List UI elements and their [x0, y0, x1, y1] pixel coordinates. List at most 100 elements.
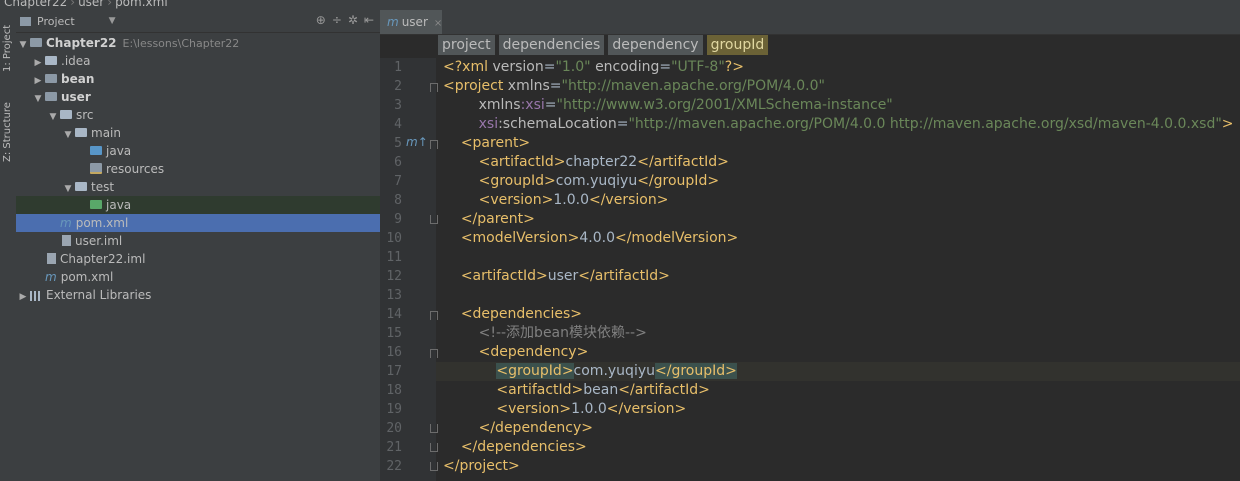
code-token: </version>	[606, 401, 687, 417]
collapse-all-icon[interactable]: ÷	[332, 13, 342, 27]
editor-area: m user × project dependencies dependency grou…	[380, 10, 1240, 481]
fold-end-icon[interactable]	[430, 215, 438, 224]
tree-item[interactable]: ▼ src	[16, 106, 380, 124]
code-line: xsi:schemaLocation="http://maven.apache.…	[443, 115, 1234, 134]
code-line: <dependency>	[443, 343, 589, 362]
xml-breadcrumb-project[interactable]: project	[438, 35, 495, 55]
fold-icon[interactable]	[430, 140, 438, 149]
tree-item-label: Chapter22	[46, 36, 117, 50]
code-token: <version>	[478, 192, 554, 208]
project-view-selector[interactable]: Project	[37, 15, 75, 28]
code-line: <artifactId>bean</artifactId>	[443, 381, 710, 400]
tree-item[interactable]: ▶ External Libraries	[16, 286, 380, 304]
code-token: <parent>	[460, 135, 531, 151]
breadcrumb-item[interactable]: Chapter22	[4, 0, 67, 9]
tree-item[interactable]: resources	[16, 160, 380, 178]
code-token: <modelVersion>	[460, 230, 580, 246]
code-token: <artifactId>	[478, 154, 566, 170]
fold-icon[interactable]	[430, 349, 438, 358]
code-token: <dependencies>	[460, 306, 583, 322]
code-token: user	[547, 268, 579, 284]
fold-end-icon[interactable]	[430, 462, 438, 471]
tree-item[interactable]: ▼ Chapter22 E:\lessons\Chapter22	[16, 34, 380, 52]
tree-item[interactable]: user.iml	[16, 232, 380, 250]
code-line: <version>1.0.0</version>	[443, 191, 669, 210]
close-icon[interactable]: ×	[434, 18, 442, 29]
code-token: </project>	[443, 458, 520, 474]
code-line: <artifactId>user</artifactId>	[443, 267, 670, 286]
fold-icon[interactable]	[430, 83, 438, 92]
library-icon	[30, 290, 42, 301]
code-line: <modelVersion>4.0.0</modelVersion>	[443, 229, 738, 248]
line-number: 1	[394, 60, 402, 75]
code-token: =	[659, 59, 672, 75]
code-token: =	[544, 97, 557, 113]
left-tool-window-strip: 1: Project Z: Structure	[0, 10, 17, 481]
scroll-from-source-icon[interactable]: ⊕	[316, 13, 326, 27]
tree-item[interactable]: ▶ .idea	[16, 52, 380, 70]
breadcrumb-separator: ›	[70, 0, 76, 9]
editor-tab-bar: m user ×	[380, 10, 1240, 35]
maven-file-icon: m	[60, 216, 72, 230]
gear-icon[interactable]: ✲	[348, 13, 358, 27]
folder-icon	[45, 56, 57, 65]
hide-panel-icon[interactable]: ⇤	[364, 13, 374, 27]
code-token: <?xml	[443, 59, 493, 75]
breadcrumb-item[interactable]: user	[78, 0, 104, 9]
fold-icon[interactable]	[430, 311, 438, 320]
code-token: </artifactId>	[578, 268, 670, 284]
code-line: <?xml version="1.0" encoding="UTF-8"?>	[443, 58, 744, 77]
xml-breadcrumb-groupId[interactable]: groupId	[706, 35, 769, 55]
tree-item[interactable]: ▼ main	[16, 124, 380, 142]
tree-item[interactable]: m pom.xml	[16, 214, 380, 232]
line-number: 16	[386, 345, 402, 360]
maven-parent-gutter-icon[interactable]: m↑	[406, 135, 428, 149]
code-token: "http://maven.apache.org/POM/4.0.0"	[561, 78, 825, 94]
tree-item[interactable]: ▼ test	[16, 178, 380, 196]
tree-item[interactable]: java	[16, 142, 380, 160]
code-line: <groupId>com.yuqiyu</groupId>	[443, 172, 719, 191]
line-number: 5	[394, 136, 402, 151]
code-token: <!--添加bean模块依赖-->	[478, 325, 647, 341]
fold-end-icon[interactable]	[430, 424, 438, 433]
code-token: </artifactId>	[618, 382, 710, 398]
tree-item-label: test	[91, 180, 115, 194]
breadcrumb-separator: ›	[107, 0, 113, 9]
code-token: chapter22	[565, 154, 638, 170]
code-token: <groupId>	[478, 173, 556, 189]
chevron-down-icon[interactable]: ▼	[109, 16, 116, 26]
line-number: 17	[386, 364, 402, 379]
editor-tab-user[interactable]: m user ×	[380, 10, 442, 34]
xml-breadcrumb-dependencies[interactable]: dependencies	[498, 35, 605, 55]
tree-item-label: user.iml	[75, 234, 123, 248]
breadcrumb-item[interactable]: pom.xml	[115, 0, 168, 9]
code-token: =	[543, 59, 556, 75]
code-token: version	[492, 59, 544, 75]
folder-icon	[45, 92, 57, 101]
code-token: <version>	[496, 401, 572, 417]
tree-item-label: src	[76, 108, 94, 122]
tree-item[interactable]: m pom.xml	[16, 268, 380, 286]
tab-structure[interactable]: Z: Structure	[0, 92, 16, 162]
tree-item[interactable]: ▼ user	[16, 88, 380, 106]
folder-icon	[75, 182, 87, 191]
fold-end-icon[interactable]	[430, 443, 438, 452]
code-token: xmlns	[478, 97, 521, 113]
tree-item[interactable]: Chapter22.iml	[16, 250, 380, 268]
code-token: :schemaLocation	[498, 116, 617, 132]
line-number: 11	[386, 250, 402, 265]
module-file-icon	[62, 235, 71, 246]
code-line: <project xmlns="http://maven.apache.org/…	[443, 77, 825, 96]
tree-item[interactable]: java	[16, 196, 380, 214]
xml-breadcrumb-dependency[interactable]: dependency	[608, 35, 703, 55]
line-number: 14	[386, 307, 402, 322]
folder-icon	[60, 110, 72, 119]
line-number: 20	[386, 421, 402, 436]
line-number: 10	[386, 231, 402, 246]
tab-project[interactable]: 1: Project	[0, 14, 16, 74]
code-token: com.yuqiyu	[573, 363, 655, 379]
tree-item[interactable]: ▶ bean	[16, 70, 380, 88]
collapsed-arrow-icon[interactable]: ▶	[18, 288, 28, 306]
line-number: 7	[394, 174, 402, 189]
code-token: encoding	[595, 59, 660, 75]
